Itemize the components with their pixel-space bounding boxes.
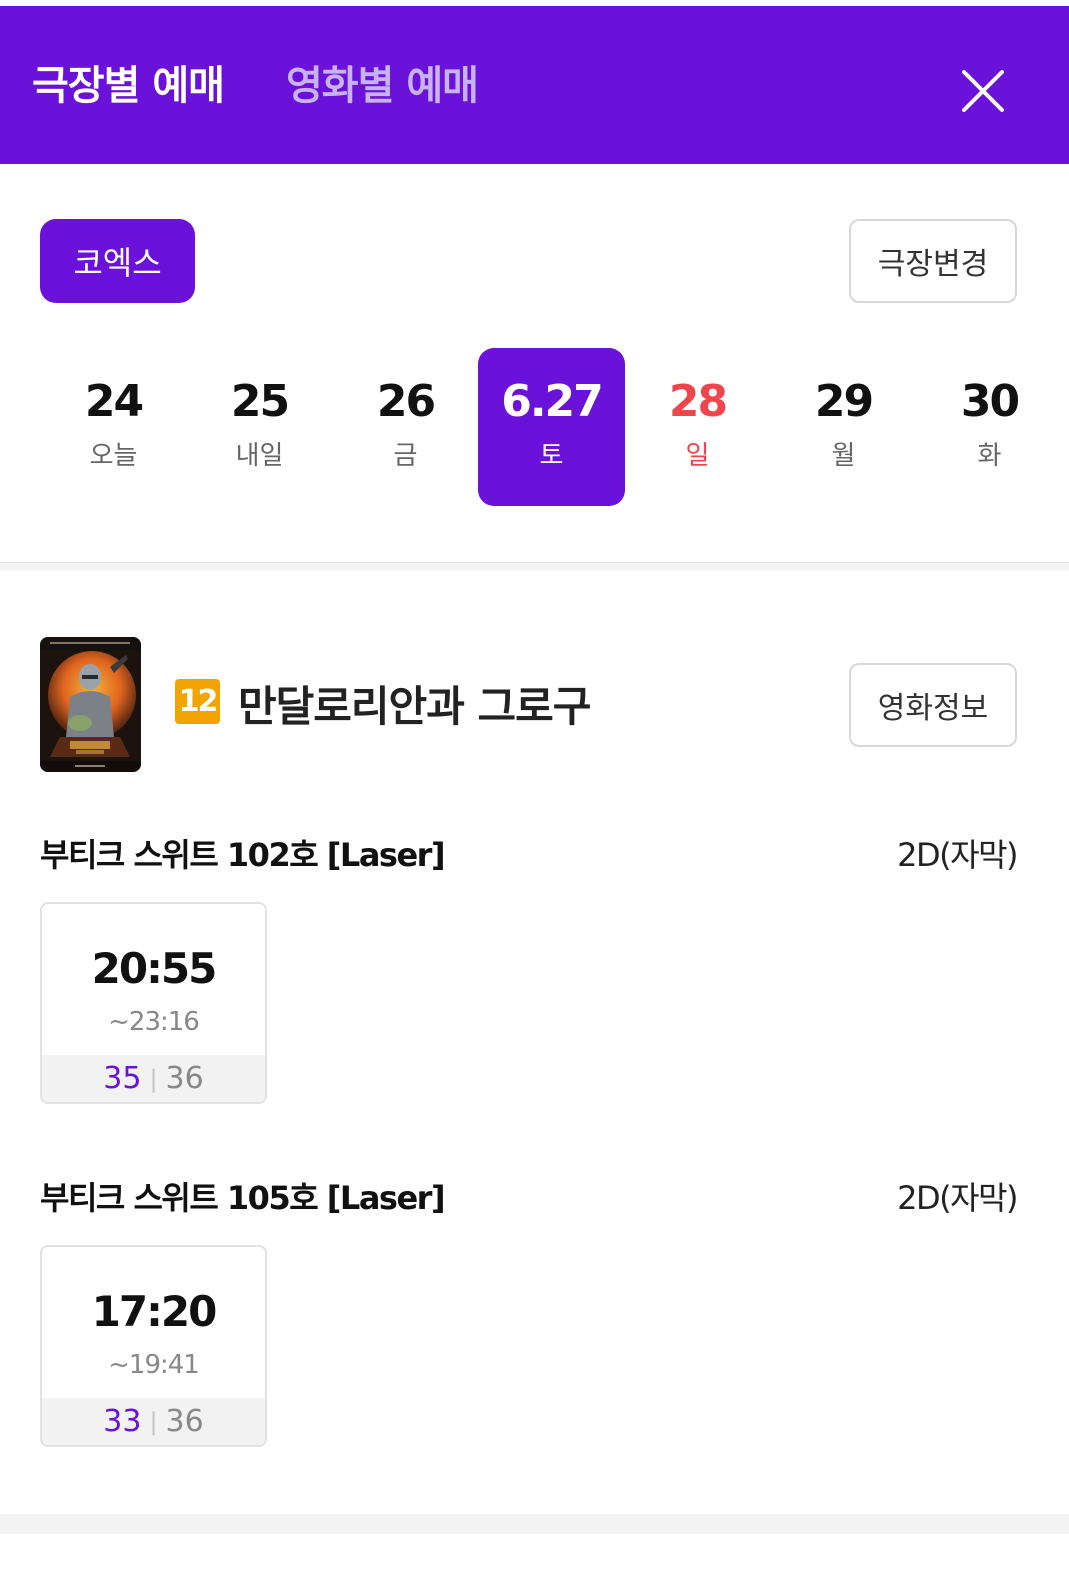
date-number: 30 <box>960 376 1020 427</box>
tab-theater-booking[interactable]: 극장별 예매 <box>32 53 225 111</box>
close-icon <box>962 70 1004 112</box>
date-number: 25 <box>230 376 290 427</box>
date-number: 28 <box>668 376 728 427</box>
screen-name: 부티크 스위트 105호 [Laser] <box>40 1179 446 1217</box>
selected-theater-button[interactable]: 코엑스 <box>40 219 195 303</box>
seats-total: 36 <box>165 1404 204 1439</box>
movie-poster[interactable] <box>40 637 141 772</box>
showtime-card[interactable]: 20:55 ~23:16 35 | 36 <box>40 902 267 1104</box>
date-day-label: 금 <box>393 441 418 471</box>
date-day-label: 월 <box>831 441 856 471</box>
date-item[interactable]: 30 화 <box>916 348 1063 506</box>
screen-name: 부티크 스위트 102호 [Laser] <box>40 836 446 874</box>
seat-availability: 35 | 36 <box>42 1055 265 1102</box>
date-day-label: 내일 <box>235 441 284 471</box>
date-item[interactable]: 29 월 <box>770 348 917 506</box>
date-item-selected[interactable]: 6.27 토 <box>478 348 625 506</box>
date-selector: 24 오늘 25 내일 26 금 6.27 토 28 일 29 월 30 화 <box>40 348 1040 506</box>
seat-separator: | <box>149 1064 158 1093</box>
date-number: 29 <box>814 376 874 427</box>
date-item[interactable]: 26 금 <box>332 348 479 506</box>
showtime-start: 20:55 <box>91 944 218 993</box>
date-day-label: 일 <box>685 441 710 471</box>
screen-format: 2D(자막) <box>897 836 1018 874</box>
seat-availability: 33 | 36 <box>42 1398 265 1445</box>
seats-total: 36 <box>165 1061 204 1096</box>
date-item[interactable]: 25 내일 <box>186 348 333 506</box>
date-number: 24 <box>84 376 144 427</box>
showtime-end: ~23:16 <box>108 1007 200 1037</box>
showtime-end: ~19:41 <box>108 1350 200 1380</box>
change-theater-button[interactable]: 극장변경 <box>849 219 1017 303</box>
seat-separator: | <box>149 1407 158 1436</box>
seats-available: 35 <box>103 1061 142 1096</box>
screen-format: 2D(자막) <box>897 1179 1018 1217</box>
age-rating-badge: 12 <box>175 679 220 724</box>
date-item[interactable]: 24 오늘 <box>40 348 187 506</box>
movie-title: 만달로리안과 그로구 <box>238 682 591 731</box>
section-divider-band <box>0 563 1069 570</box>
date-number: 6.27 <box>501 376 604 427</box>
date-day-label: 화 <box>977 441 1002 471</box>
date-item[interactable]: 28 일 <box>624 348 771 506</box>
booking-header: 극장별 예매 영화별 예매 <box>0 6 1069 164</box>
date-day-label: 오늘 <box>89 441 138 471</box>
close-button[interactable] <box>958 66 1008 116</box>
showtime-start: 17:20 <box>91 1287 218 1336</box>
seats-available: 33 <box>103 1404 142 1439</box>
tab-movie-booking[interactable]: 영화별 예매 <box>286 53 479 111</box>
date-day-label: 토 <box>539 441 564 471</box>
showtime-card[interactable]: 17:20 ~19:41 33 | 36 <box>40 1245 267 1447</box>
section-divider-band <box>0 1514 1069 1534</box>
date-number: 26 <box>376 376 436 427</box>
movie-info-button[interactable]: 영화정보 <box>849 663 1017 747</box>
